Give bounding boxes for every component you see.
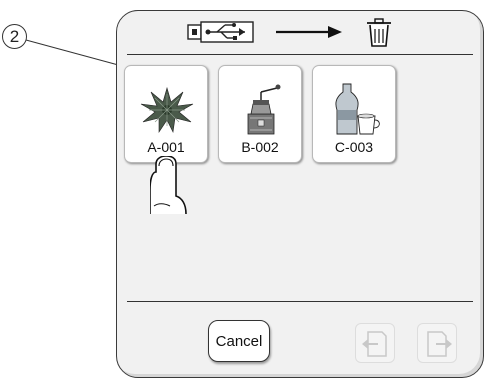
- trash-icon: [367, 18, 391, 47]
- pattern-thumbnail-c003[interactable]: C-003: [312, 65, 396, 163]
- right-arrow-icon: [276, 26, 342, 38]
- bottle-and-cup-embroidery-icon: [335, 83, 380, 135]
- poinsettia-embroidery-icon: [140, 86, 194, 133]
- thumbnail-label: A-001: [147, 139, 185, 155]
- next-page-button[interactable]: [417, 323, 457, 363]
- coffee-grinder-embroidery-icon: [247, 84, 281, 135]
- header-bar: [117, 11, 483, 53]
- footer-divider: [127, 301, 473, 302]
- header-divider: [127, 54, 473, 55]
- thumbnail-label: C-003: [334, 139, 374, 155]
- usb-icon: [187, 21, 254, 43]
- page-forward-icon: [427, 331, 452, 357]
- pointing-finger-icon: [150, 156, 187, 215]
- cancel-button[interactable]: Cancel: [208, 320, 270, 362]
- thumbnail-label: B-002: [241, 139, 279, 155]
- pattern-thumbnail-b002[interactable]: B-002: [218, 65, 302, 163]
- page-back-icon: [362, 331, 387, 357]
- pattern-thumbnail-a001[interactable]: A-001: [124, 65, 208, 163]
- prev-page-button[interactable]: [355, 323, 395, 363]
